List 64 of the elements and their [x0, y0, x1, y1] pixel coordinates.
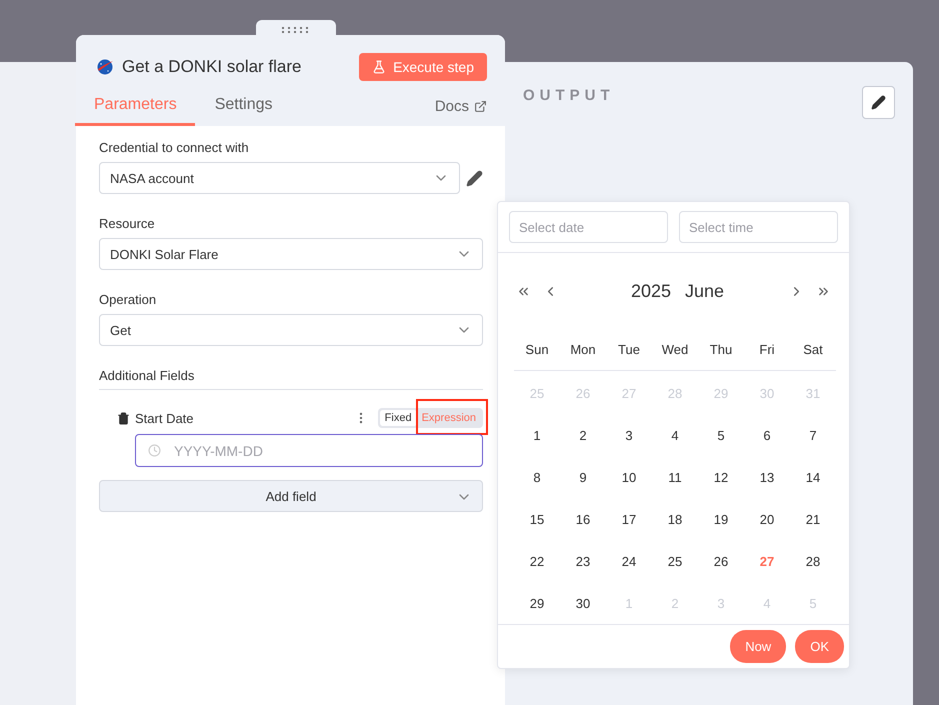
calendar-day[interactable]: 25 — [652, 540, 698, 582]
month-label[interactable]: June — [685, 281, 724, 302]
output-title: OUTPUT — [523, 87, 615, 104]
field-label: Credential to connect with — [99, 140, 250, 155]
calendar-day[interactable]: 21 — [790, 498, 836, 540]
calendar-day[interactable]: 20 — [744, 498, 790, 540]
calendar-day[interactable]: 3 — [606, 414, 652, 456]
weekday-label: Mon — [560, 329, 606, 371]
calendar-day[interactable]: 30 — [560, 582, 606, 624]
calendar-day[interactable]: 1 — [514, 414, 560, 456]
pencil-icon — [871, 95, 886, 110]
calendar-day[interactable]: 28 — [790, 540, 836, 582]
calendar-day[interactable]: 18 — [652, 498, 698, 540]
weekday-label: Thu — [698, 329, 744, 371]
calendar-day[interactable]: 16 — [560, 498, 606, 540]
external-link-icon — [474, 100, 487, 113]
calendar-day[interactable]: 23 — [560, 540, 606, 582]
year-label[interactable]: 2025 — [630, 281, 671, 302]
calendar-day[interactable]: 11 — [652, 456, 698, 498]
calendar-day[interactable]: 4 — [652, 414, 698, 456]
calendar-day[interactable]: 8 — [514, 456, 560, 498]
calendar-day[interactable]: 29 — [514, 582, 560, 624]
calendar-day[interactable]: 17 — [606, 498, 652, 540]
pencil-icon[interactable] — [466, 170, 483, 186]
field-label: Operation — [99, 292, 158, 307]
dropdown[interactable]: Get — [99, 314, 483, 346]
calendar-day[interactable]: 12 — [698, 456, 744, 498]
mode-option[interactable]: Fixed — [380, 410, 417, 426]
calendar-day[interactable]: 5 — [698, 414, 744, 456]
field-label: Resource — [99, 216, 156, 231]
calendar-day[interactable]: 13 — [744, 456, 790, 498]
calendar-day[interactable]: 19 — [698, 498, 744, 540]
weekday-label: Sun — [514, 329, 560, 371]
weekday-label: Sat — [790, 329, 836, 371]
dropdown[interactable]: DONKI Solar Flare — [99, 238, 483, 270]
add-field-button[interactable]: Add field — [99, 480, 483, 512]
clock-icon — [148, 444, 161, 457]
weekday-label: Wed — [652, 329, 698, 371]
drag-handle-icon[interactable] — [281, 26, 311, 34]
time-input[interactable]: Select time — [679, 211, 838, 243]
calendar-day[interactable]: 2 — [560, 414, 606, 456]
dropdown[interactable]: NASA account — [99, 162, 460, 194]
calendar-day[interactable]: 26 — [698, 540, 744, 582]
flask-icon — [372, 60, 386, 74]
calendar-day[interactable]: 9 — [560, 456, 606, 498]
trash-icon[interactable] — [117, 412, 130, 424]
edit-button[interactable] — [862, 86, 895, 119]
section-heading: Additional Fields — [99, 368, 483, 390]
weekday-label: Tue — [606, 329, 652, 371]
calendar-day[interactable]: 6 — [744, 414, 790, 456]
weekday-label: Fri — [744, 329, 790, 371]
calendar-day[interactable]: 14 — [790, 456, 836, 498]
calendar-day[interactable]: 15 — [514, 498, 560, 540]
nasa-logo-icon — [96, 58, 114, 76]
calendar-day[interactable]: 7 — [790, 414, 836, 456]
node-title: Get a DONKI solar flare — [122, 57, 303, 77]
field-label: Start Date — [135, 410, 195, 426]
panel-handle[interactable] — [256, 20, 336, 35]
date-input[interactable]: YYYY-MM-DD — [135, 434, 483, 467]
calendar-day[interactable]: 22 — [514, 540, 560, 582]
tab[interactable]: Settings — [196, 92, 291, 126]
docs-link[interactable]: Docs — [434, 98, 487, 126]
calendar-day[interactable]: 10 — [606, 456, 652, 498]
calendar-day[interactable]: 24 — [606, 540, 652, 582]
